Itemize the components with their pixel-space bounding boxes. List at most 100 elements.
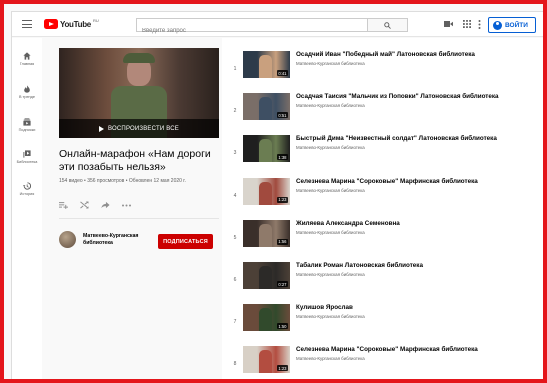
playlist-video-row[interactable]: 7 1:50 Кулишов Ярослав Матвеево-Курганская … [222,302,543,344]
video-index: 6 [233,277,237,283]
sidebar-label-home: Главная [19,62,35,66]
playlist-video-row[interactable]: 6 0:27 Табалик Роман Латоновская библиотек… [222,260,543,302]
playlist-actions [59,201,131,209]
sidebar-label-library: Библиотека [16,160,38,164]
library-icon [23,150,31,158]
video-title[interactable]: Селезнева Марина "Сороковые" Марфинская … [296,178,536,185]
subscriptions-icon [23,118,31,126]
playlist-video-row[interactable]: 1 0:41 Осадчий Иван "Победный май" Латонов… [222,49,543,91]
mini-guide: Главная В тренде Подписки Библиотека Ист… [12,38,42,379]
shuffle-icon[interactable] [80,201,89,209]
video-title[interactable]: Осадчая Таисия "Мальчик из Поповки" Лато… [296,93,536,100]
video-channel[interactable]: Матвеево-Курганская библиотека [296,356,365,361]
video-channel[interactable]: Матвеево-Курганская библиотека [296,314,365,319]
video-duration: 1:50 [276,323,288,330]
owner-name[interactable]: Матвеево-Курганская библиотека [83,233,145,246]
sidebar-item-subscriptions[interactable]: Подписки [12,118,42,132]
playlist-thumbnail[interactable]: ВОСПРОИЗВЕСТИ ВСЕ [59,48,219,138]
video-thumbnail[interactable]: 1:23 [243,177,290,205]
thumbnail-figure [259,266,272,289]
video-duration: 0:27 [276,281,288,287]
thumbnail-figure [259,139,272,163]
playlist-sidebar: ВОСПРОИЗВЕСТИ ВСЕ Онлайн-марафон «Нам до… [50,38,220,379]
sidebar-label-subscriptions: Подписки [18,128,36,132]
video-title[interactable]: Селезнева Марина "Сороковые" Марфинская … [296,346,536,353]
logo-text: YouTube [60,19,91,29]
video-channel[interactable]: Матвеево-Курганская библиотека [296,61,365,66]
screenshot-frame: YouTube RU ВОЙТИ Главная В тренде Подпис… [0,0,547,383]
thumbnail-figure [259,308,272,332]
top-bar: YouTube RU ВОЙТИ [12,12,543,37]
video-index: 2 [233,108,237,115]
more-vert-icon[interactable] [478,20,481,29]
video-duration: 0:51 [276,112,288,119]
video-thumbnail[interactable]: 1:23 [243,346,290,374]
video-title[interactable]: Кулишов Ярослав [296,304,536,311]
youtube-window: YouTube RU ВОЙТИ Главная В тренде Подпис… [12,12,543,379]
video-title[interactable]: Жиляева Александра Семеновна [296,220,536,227]
video-channel[interactable]: Матвеево-Курганская библиотека [296,188,365,193]
playlist-video-row[interactable]: 8 1:23 Селезнева Марина "Сороковые" Марфин… [222,344,543,379]
playlist-video-row[interactable]: 2 0:51 Осадчая Таисия "Мальчик из Поповки"… [222,91,543,133]
video-index: 1 [233,66,237,72]
search-box[interactable] [136,18,368,37]
video-channel[interactable]: Матвеево-Курганская библиотека [296,272,365,277]
playlist-video-row[interactable]: 3 1:38 Быстрый Дима "Неизвестный солдат" Л… [222,133,543,175]
video-duration: 1:23 [276,365,288,372]
video-index: 5 [233,234,237,241]
account-icon [493,20,502,30]
menu-icon[interactable] [22,20,32,28]
search-icon [384,22,391,29]
sidebar-item-home[interactable]: Главная [12,52,42,66]
playlist-video-list: 1 0:41 Осадчий Иван "Победный май" Латонов… [222,38,543,379]
thumbnail-figure [259,350,272,374]
video-thumbnail[interactable]: 1:56 [243,219,290,247]
share-icon[interactable] [101,201,110,209]
logo-region: RU [92,17,99,23]
thumbnail-figure [259,97,272,121]
video-index: 7 [233,319,237,326]
thumbnail-figure [259,181,272,205]
video-duration: 1:38 [276,154,288,161]
video-title[interactable]: Табалик Роман Латоновская библиотека [296,262,536,269]
playlist-stats: 154 видео • 356 просмотров • Обновлен 12… [59,178,186,184]
video-thumbnail[interactable]: 0:41 [243,51,290,78]
search-input[interactable] [137,25,367,37]
sidebar-item-history[interactable]: История [12,182,42,196]
video-title[interactable]: Осадчий Иван "Победный май" Латоновская … [296,51,536,58]
video-index: 3 [233,150,237,157]
playlist-video-row[interactable]: 4 1:23 Селезнева Марина "Сороковые" Марфин… [222,176,543,218]
video-index: 4 [233,192,237,199]
video-thumbnail[interactable]: 0:51 [243,93,290,121]
video-channel[interactable]: Матвеево-Курганская библиотека [296,230,365,235]
playlist-owner[interactable]: Матвеево-Курганская библиотека [59,231,145,248]
thumbnail-figure [259,55,272,78]
video-thumbnail[interactable]: 1:38 [243,135,290,163]
apps-grid-icon[interactable] [463,20,471,28]
subscribe-button[interactable]: ПОДПИСАТЬСЯ [158,234,213,249]
search-button[interactable] [368,18,408,32]
play-icon [99,125,105,132]
play-all-bar[interactable]: ВОСПРОИЗВЕСТИ ВСЕ [59,119,219,138]
playlist-video-row[interactable]: 5 1:56 Жиляева Александра Семеновна Матвеев… [222,218,543,260]
add-to-queue-icon[interactable] [59,201,68,209]
sidebar-item-library[interactable]: Библиотека [12,150,42,164]
video-channel[interactable]: Матвеево-Курганская библиотека [296,103,365,108]
video-thumbnail[interactable]: 1:50 [243,304,290,332]
video-channel[interactable]: Матвеево-Курганская библиотека [296,145,365,150]
home-icon [23,52,31,60]
divider [59,218,219,219]
video-thumbnail[interactable]: 0:27 [243,262,290,289]
video-index: 8 [233,361,237,368]
video-title[interactable]: Быстрый Дима "Неизвестный солдат" Латоно… [296,135,536,142]
playlist-title[interactable]: Онлайн-марафон «Нам дороги эти позабыть … [59,148,219,174]
signin-label: ВОЙТИ [505,21,528,29]
video-duration: 0:41 [276,70,288,76]
create-video-icon[interactable] [444,20,453,28]
signin-button[interactable]: ВОЙТИ [488,17,536,33]
sidebar-item-trending[interactable]: В тренде [12,85,42,99]
sidebar-label-history: История [19,192,35,196]
youtube-logo[interactable]: YouTube RU [44,17,99,29]
owner-avatar[interactable] [59,231,76,248]
more-horiz-icon[interactable] [122,204,131,207]
